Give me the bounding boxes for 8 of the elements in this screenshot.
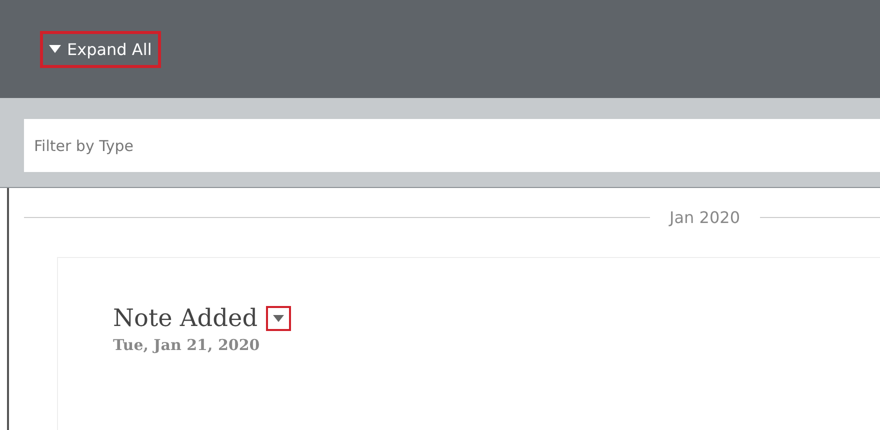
event-title: Note Added xyxy=(113,304,258,332)
caret-icon xyxy=(49,45,61,53)
dropdown-toggle[interactable] xyxy=(266,306,291,330)
filter-field[interactable]: Filter by Type xyxy=(24,119,880,172)
caret-icon xyxy=(272,314,284,322)
expand-all-button[interactable]: Expand All xyxy=(40,30,161,68)
month-label: Jan 2020 xyxy=(670,208,740,227)
event-date: Tue, Jan 21, 2020 xyxy=(113,336,261,354)
